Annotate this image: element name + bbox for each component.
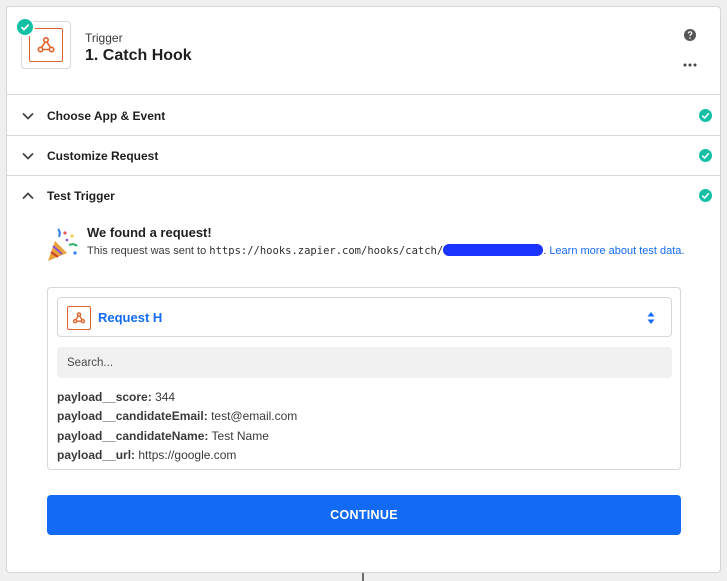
section-choose-app-event[interactable]: Choose App & Event — [7, 96, 720, 136]
ellipsis-icon[interactable] — [683, 63, 697, 67]
webhook-icon — [67, 306, 91, 330]
check-circle-icon — [699, 109, 712, 122]
found-request-description: This request was sent to https://hooks.z… — [87, 242, 687, 260]
section-label: Customize Request — [47, 149, 159, 163]
webhook-url: https://hooks.zapier.com/hooks/catch/ — [209, 245, 444, 257]
check-circle-icon — [699, 189, 712, 202]
chevron-up-icon — [22, 192, 34, 200]
continue-button[interactable]: CONTINUE — [47, 495, 681, 535]
question-circle-icon[interactable] — [684, 29, 696, 41]
field-key: payload__candidateName: — [57, 428, 209, 443]
flow-connector-line — [362, 573, 364, 581]
field-row: payload__candidateEmail: test@email.com — [57, 407, 297, 426]
check-circle-icon — [15, 17, 35, 37]
field-value: test@email.com — [211, 409, 298, 424]
description-prefix: This request was sent to — [87, 245, 210, 257]
webhook-icon — [29, 28, 63, 62]
step-card: Trigger 1. Catch Hook Choose App & Event… — [6, 6, 721, 573]
field-key: payload__score: — [57, 390, 152, 404]
step-type-label: Trigger — [85, 31, 123, 45]
field-value: 344 — [155, 390, 176, 404]
field-value: https://google.com — [138, 447, 237, 462]
check-circle-icon — [699, 149, 712, 162]
search-input[interactable] — [57, 347, 672, 378]
found-request-title: We found a request! — [87, 225, 212, 240]
party-popper-icon — [48, 228, 78, 261]
field-row: payload__url: https://google.com — [57, 446, 297, 465]
sort-arrows-icon — [647, 312, 655, 324]
field-value: Test Name — [211, 428, 269, 443]
request-select[interactable]: Request H — [57, 297, 672, 337]
section-customize-request[interactable]: Customize Request — [7, 136, 720, 176]
step-title: 1. Catch Hook — [85, 47, 192, 64]
field-key: payload__url: — [57, 447, 136, 462]
field-key: payload__candidateEmail: — [57, 409, 208, 424]
section-label: Test Trigger — [47, 189, 115, 203]
field-row: payload__score: 344 — [57, 388, 297, 407]
field-row: payload__candidateName: Test Name — [57, 427, 297, 446]
section-test-trigger[interactable]: Test Trigger — [7, 176, 720, 216]
selected-request-label: Request H — [98, 310, 163, 325]
redacted-url-segment — [443, 244, 544, 256]
payload-fields: payload__score: 344 payload__candidateEm… — [57, 388, 297, 465]
chevron-down-icon — [22, 152, 34, 160]
step-header: Trigger 1. Catch Hook — [7, 7, 720, 95]
chevron-down-icon — [22, 112, 34, 120]
learn-more-link[interactable]: Learn more about test data. — [549, 245, 684, 257]
section-label: Choose App & Event — [47, 109, 166, 123]
request-results-box: Request H payload__score: 344 payload__c… — [47, 287, 681, 470]
